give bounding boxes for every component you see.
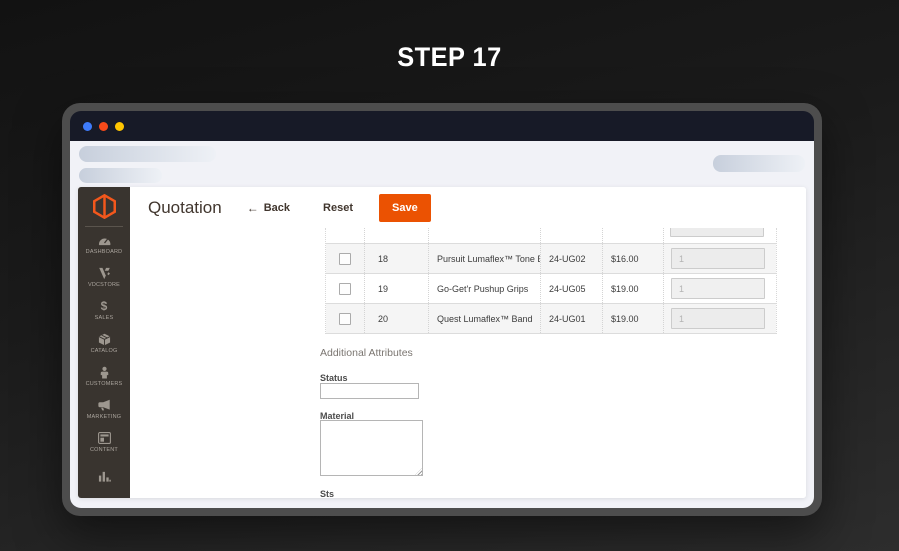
row-checkbox[interactable] (339, 282, 351, 295)
sidebar-item-label: DASHBOARD (85, 249, 123, 255)
marketing-icon (97, 398, 111, 412)
window-control-yellow-dot[interactable] (115, 121, 124, 131)
admin-sidebar: DASHBOARD VDCSTORE $ SALES CATALOG CUSTO… (78, 187, 130, 498)
material-textarea[interactable] (320, 420, 423, 476)
cell-id: 19 (364, 274, 428, 303)
cell-sku: 24-UG05 (540, 274, 602, 303)
back-arrow-icon: ← (246, 200, 259, 215)
page-title: Quotation (148, 197, 222, 217)
row-checkbox[interactable] (339, 252, 351, 265)
sts-field-label: Sts (320, 489, 335, 498)
cell-product-name: Pursuit Lumaflex™ Tone Band (428, 244, 540, 273)
back-label: Back (263, 201, 291, 214)
material-textarea-wrap (320, 420, 423, 476)
reports-icon (98, 469, 111, 483)
cell-product-name: Go-Get'r Pushup Grips (428, 274, 540, 303)
sidebar-divider (85, 226, 123, 227)
cell-product-name: Quest Lumaflex™ Band (428, 304, 540, 333)
status-input[interactable] (320, 383, 419, 399)
window-control-blue-dot[interactable] (83, 121, 92, 131)
table-row: 20 Quest Lumaflex™ Band 24-UG01 $19.00 (326, 304, 776, 334)
sidebar-item-label: CONTENT (90, 447, 118, 453)
skeleton-placeholder-bar (79, 168, 162, 183)
sidebar-item-reports[interactable] (78, 466, 130, 498)
row-checkbox[interactable] (339, 312, 351, 325)
browser-viewport: DASHBOARD VDCSTORE $ SALES CATALOG CUSTO… (70, 141, 814, 508)
customers-icon (99, 365, 110, 379)
cell-id: 18 (364, 244, 428, 273)
sidebar-item-label: MARKETING (86, 414, 122, 420)
table-row: 19 Go-Get'r Pushup Grips 24-UG05 $19.00 (326, 274, 776, 304)
cell-sku: 24-UG02 (540, 244, 602, 273)
admin-main-area: Quotation ← Back Reset Save 18 Pursuit L… (130, 187, 806, 498)
cell-price: $16.00 (602, 244, 663, 273)
magento-logo-icon[interactable] (92, 193, 116, 220)
cell-id: 20 (364, 304, 428, 333)
sidebar-item-marketing[interactable]: MARKETING (78, 395, 130, 428)
sidebar-item-label: CUSTOMERS (85, 381, 123, 387)
qty-input[interactable] (671, 248, 765, 269)
skeleton-placeholder-bar (713, 155, 805, 172)
page-header: Quotation ← Back Reset Save (130, 187, 806, 228)
vdcstore-icon (98, 266, 111, 280)
sidebar-item-label: SALES (94, 315, 114, 321)
sidebar-item-catalog[interactable]: CATALOG (78, 329, 130, 362)
qty-input[interactable] (671, 308, 765, 329)
cell-sku: 24-UG01 (540, 304, 602, 333)
table-row-partial (326, 228, 776, 244)
browser-window-frame: DASHBOARD VDCSTORE $ SALES CATALOG CUSTO… (62, 103, 822, 516)
reset-button[interactable]: Reset (323, 202, 353, 214)
page-background: STEP 17 DASHBOARD VDCSTORE $ SALES CATAL… (0, 0, 899, 551)
step-title: STEP 17 (397, 42, 502, 72)
window-control-red-dot[interactable] (99, 121, 108, 131)
sales-icon: $ (100, 299, 108, 313)
qty-input[interactable] (670, 228, 764, 237)
catalog-icon (98, 332, 111, 346)
magento-admin-app: DASHBOARD VDCSTORE $ SALES CATALOG CUSTO… (78, 187, 806, 498)
sidebar-item-dashboard[interactable]: DASHBOARD (78, 230, 130, 263)
cell-price: $19.00 (602, 304, 663, 333)
sidebar-menu: DASHBOARD VDCSTORE $ SALES CATALOG CUSTO… (78, 230, 130, 498)
sidebar-item-sales[interactable]: $ SALES (78, 296, 130, 329)
skeleton-placeholder-bar (79, 146, 216, 162)
cell-price: $19.00 (602, 274, 663, 303)
sidebar-item-label: VDCSTORE (87, 282, 121, 288)
sidebar-item-content[interactable]: CONTENT (78, 428, 130, 461)
content-icon (97, 431, 111, 445)
products-table: 18 Pursuit Lumaflex™ Tone Band 24-UG02 $… (325, 228, 777, 334)
additional-attributes-heading: Additional Attributes (320, 347, 413, 359)
sidebar-item-vdcstore[interactable]: VDCSTORE (78, 263, 130, 296)
browser-titlebar (70, 111, 814, 141)
dashboard-icon (98, 233, 111, 247)
back-button[interactable]: ← Back (247, 201, 290, 215)
sidebar-item-customers[interactable]: CUSTOMERS (78, 362, 130, 395)
save-button[interactable]: Save (379, 193, 431, 222)
qty-input[interactable] (671, 278, 765, 299)
sidebar-item-label: CATALOG (90, 348, 118, 354)
table-row: 18 Pursuit Lumaflex™ Tone Band 24-UG02 $… (326, 244, 776, 274)
status-field-label: Status (320, 373, 348, 383)
